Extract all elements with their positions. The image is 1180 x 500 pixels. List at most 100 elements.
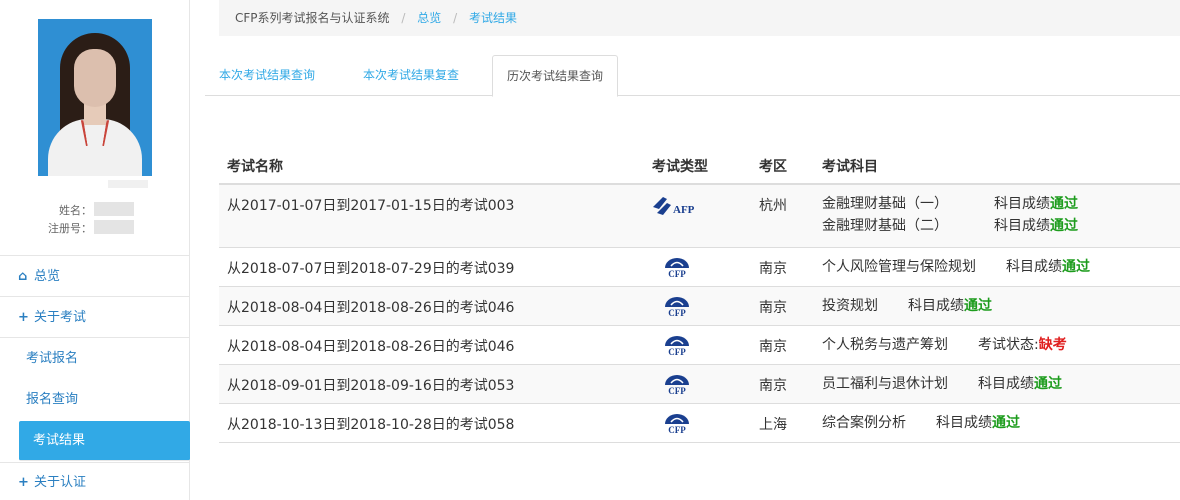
- nav-exam-signup[interactable]: 考试报名: [0, 339, 190, 379]
- name-label: 姓名：: [59, 204, 92, 217]
- subject-line: 金融理财基础（二） 科目成绩通过: [822, 215, 1078, 237]
- blurred-text: [108, 180, 148, 188]
- pass-status: 通过: [1050, 218, 1078, 234]
- subject-line: 金融理财基础（一） 科目成绩通过: [822, 193, 1078, 215]
- nav-overview[interactable]: ⌂ 总览: [0, 257, 190, 297]
- tab-history-result[interactable]: 历次考试结果查询: [492, 55, 619, 97]
- table-row: 从2017-01-07日到2017-01-15日的考试003 AFP 杭州 金融理财基…: [219, 185, 1180, 248]
- avatar: [38, 19, 152, 176]
- header-subject: 考试科目: [822, 159, 878, 175]
- history-results-table: 考试名称 考试类型 考区 考试科目 从2017-01-07日到2017-01-1…: [219, 146, 1180, 443]
- table-header: 考试名称 考试类型 考区 考试科目: [219, 146, 1180, 185]
- sidebar: 姓名： 注册号： ⌂ 总览 + 关于考试 考试报名 报名查询 考试结果 + 关于认证: [0, 0, 190, 500]
- nav-exam-signup-label: 考试报名: [26, 351, 79, 366]
- subject-score-label: 科目成绩: [908, 298, 964, 314]
- tab-current-result[interactable]: 本次考试结果查询: [205, 55, 329, 96]
- subject-cell: 员工福利与退休计划 科目成绩通过: [822, 373, 1062, 395]
- absent-status: 缺考: [1038, 337, 1067, 353]
- subject-name: 金融理财基础（一）: [822, 196, 948, 212]
- table-body: 从2017-01-07日到2017-01-15日的考试003 AFP 杭州 金融理财基…: [219, 185, 1180, 443]
- cfp-logo-icon: CFP: [662, 412, 732, 434]
- nav-about-exam[interactable]: + 关于考试: [0, 298, 190, 338]
- nav-overview-label: 总览: [34, 269, 61, 284]
- subject-cell: 个人风险管理与保险规划 科目成绩通过: [822, 256, 1090, 278]
- table-row: 从2018-07-07日到2018-07-29日的考试039 CFP 南京 个人风险管…: [219, 248, 1180, 287]
- exam-name-cell: 从2018-08-04日到2018-08-26日的考试046: [227, 339, 515, 355]
- exam-name-cell: 从2018-09-01日到2018-09-16日的考试053: [227, 378, 515, 394]
- breadcrumb-system: CFP系列考试报名与认证系统: [235, 11, 390, 25]
- pass-status: 通过: [992, 415, 1020, 431]
- breadcrumb-current[interactable]: 考试结果: [469, 11, 517, 25]
- nav-about-exam-label: 关于考试: [34, 310, 87, 325]
- header-exam-type: 考试类型: [652, 159, 708, 175]
- user-profile: 姓名： 注册号：: [0, 0, 189, 256]
- subject-line: 个人风险管理与保险规划 科目成绩通过: [822, 256, 1090, 278]
- subject-line: 个人税务与遗产筹划 考试状态:缺考: [822, 334, 1067, 356]
- subject-cell: 金融理财基础（一） 科目成绩通过 金融理财基础（二） 科目成绩通过: [822, 193, 1078, 237]
- result-tabs: 本次考试结果查询 本次考试结果复查 历次考试结果查询: [205, 55, 1180, 97]
- table-row: 从2018-08-04日到2018-08-26日的考试046 CFP 南京 个人税务与…: [219, 326, 1180, 365]
- subject-line: 员工福利与退休计划 科目成绩通过: [822, 373, 1062, 395]
- breadcrumb-separator: /: [453, 11, 458, 25]
- cfp-logo-icon: CFP: [662, 295, 732, 317]
- cfp-logo-icon: CFP: [662, 373, 732, 395]
- svg-text:AFP: AFP: [673, 204, 695, 216]
- breadcrumb: CFP系列考试报名与认证系统 / 总览 / 考试结果: [219, 0, 1180, 36]
- exam-name-cell: 从2018-08-04日到2018-08-26日的考试046: [227, 300, 515, 316]
- exam-name-cell: 从2017-01-07日到2017-01-15日的考试003: [227, 198, 515, 214]
- area-cell: 南京: [759, 261, 787, 277]
- area-cell: 南京: [759, 339, 787, 355]
- subject-line: 投资规划 科目成绩通过: [822, 295, 992, 317]
- pass-status: 通过: [1034, 376, 1062, 392]
- area-cell: 南京: [759, 300, 787, 316]
- reg-value-masked: [94, 220, 134, 234]
- subject-name: 员工福利与退休计划: [822, 376, 948, 392]
- header-area: 考区: [759, 159, 787, 175]
- breadcrumb-overview[interactable]: 总览: [417, 11, 441, 25]
- subject-name: 个人税务与遗产筹划: [822, 337, 948, 353]
- cfp-logo-icon: CFP: [662, 334, 732, 356]
- breadcrumb-separator: /: [401, 11, 406, 25]
- subject-cell: 投资规划 科目成绩通过: [822, 295, 992, 317]
- subject-name: 综合案例分析: [822, 415, 906, 431]
- afp-logo-icon: AFP: [649, 195, 719, 217]
- subject-cell: 个人税务与遗产筹划 考试状态:缺考: [822, 334, 1067, 356]
- tab-current-review[interactable]: 本次考试结果复查: [349, 55, 473, 96]
- subject-score-label: 科目成绩: [978, 376, 1034, 392]
- svg-text:CFP: CFP: [668, 386, 686, 395]
- svg-text:CFP: CFP: [668, 425, 686, 434]
- pass-status: 通过: [1050, 196, 1078, 212]
- subject-score-label: 科目成绩: [1006, 259, 1062, 275]
- svg-text:CFP: CFP: [668, 269, 686, 278]
- subject-score-label: 科目成绩: [994, 196, 1050, 212]
- subject-name: 投资规划: [822, 298, 878, 314]
- nav-exam-result-label: 考试结果: [33, 433, 86, 448]
- subject-score-label: 科目成绩: [936, 415, 992, 431]
- exam-name-cell: 从2018-10-13日到2018-10-28日的考试058: [227, 417, 515, 433]
- subject-line: 综合案例分析 科目成绩通过: [822, 412, 1020, 434]
- nav-about-cert-label: 关于认证: [34, 475, 87, 490]
- reg-label: 注册号：: [48, 222, 92, 235]
- subject-score-label: 科目成绩: [994, 218, 1050, 234]
- area-cell: 杭州: [759, 198, 787, 214]
- nav-about-cert[interactable]: + 关于认证: [0, 462, 190, 500]
- pass-status: 通过: [964, 298, 992, 314]
- header-exam-name: 考试名称: [227, 159, 283, 175]
- subject-score-label: 考试状态:: [978, 337, 1039, 353]
- table-row: 从2018-09-01日到2018-09-16日的考试053 CFP 南京 员工福利与…: [219, 365, 1180, 404]
- plus-icon: +: [18, 475, 29, 490]
- home-icon: ⌂: [18, 269, 28, 284]
- svg-text:CFP: CFP: [668, 347, 686, 356]
- cfp-logo-icon: CFP: [662, 256, 732, 278]
- plus-icon: +: [18, 310, 29, 325]
- table-row: 从2018-08-04日到2018-08-26日的考试046 CFP 南京 投资规划 科…: [219, 287, 1180, 326]
- exam-name-cell: 从2018-07-07日到2018-07-29日的考试039: [227, 261, 515, 277]
- area-cell: 上海: [759, 417, 787, 433]
- nav-exam-result[interactable]: 考试结果: [19, 421, 190, 461]
- svg-text:CFP: CFP: [668, 308, 686, 317]
- subject-name: 个人风险管理与保险规划: [822, 259, 976, 275]
- pass-status: 通过: [1062, 259, 1090, 275]
- nav-signup-query[interactable]: 报名查询: [0, 380, 190, 420]
- subject-cell: 综合案例分析 科目成绩通过: [822, 412, 1020, 434]
- area-cell: 南京: [759, 378, 787, 394]
